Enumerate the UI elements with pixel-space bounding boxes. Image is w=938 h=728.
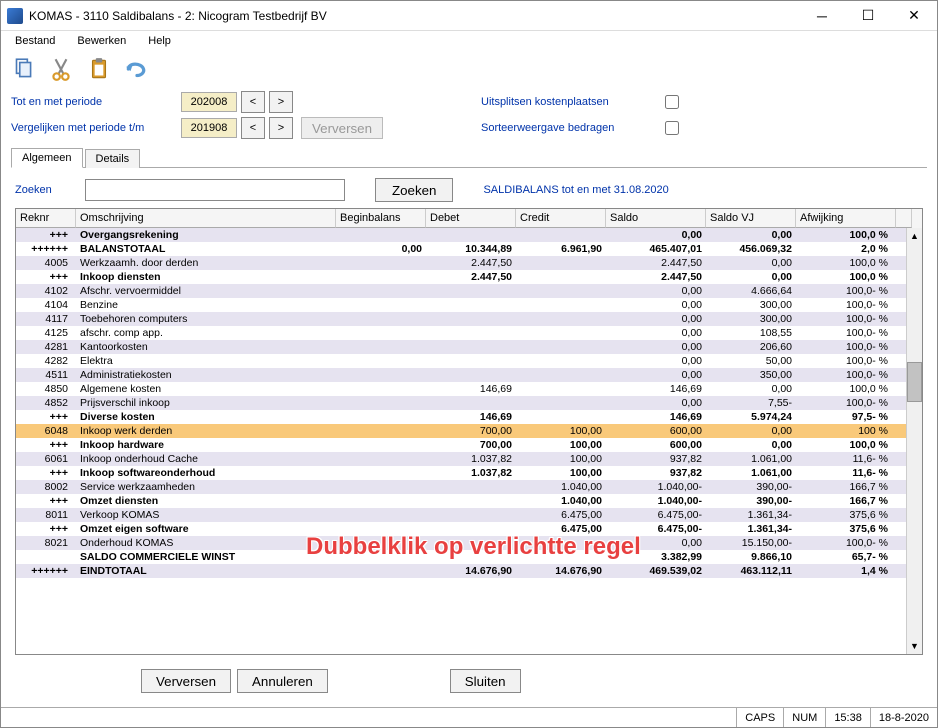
table-row[interactable]: 4850Algemene kosten146,69146,690,00100,0… xyxy=(16,382,922,396)
statusbar: CAPS NUM 15:38 18-8-2020 xyxy=(1,707,937,727)
zoeken-button[interactable]: Zoeken xyxy=(375,178,453,202)
verversen-button-top[interactable]: Verversen xyxy=(301,117,383,139)
table-row[interactable]: 4005Werkzaamh. door derden2.447,502.447,… xyxy=(16,256,922,270)
status-num: NUM xyxy=(783,708,825,727)
col-omschrijving[interactable]: Omschrijving xyxy=(76,209,336,228)
uitsplitsen-label: Uitsplitsen kostenplaatsen xyxy=(481,96,661,108)
saldibalans-subtitle: SALDIBALANS tot en met 31.08.2020 xyxy=(483,184,668,196)
maximize-button[interactable]: ☐ xyxy=(845,1,891,31)
table-row[interactable]: +++Inkoop diensten2.447,502.447,500,0010… xyxy=(16,270,922,284)
table-row[interactable]: +++Omzet eigen software6.475,006.475,00-… xyxy=(16,522,922,536)
status-time: 15:38 xyxy=(825,708,870,727)
table-row[interactable]: 4281Kantoorkosten0,00206,60100,0- % xyxy=(16,340,922,354)
table-row[interactable]: +++Overgangsrekening0,000,00100,0 % xyxy=(16,228,922,242)
sorteer-label: Sorteerweergave bedragen xyxy=(481,122,661,134)
vergelijken-label: Vergelijken met periode t/m xyxy=(11,122,181,134)
table-row[interactable]: ++++++BALANSTOTAAL0,0010.344,896.961,904… xyxy=(16,242,922,256)
copy-icon[interactable] xyxy=(7,53,39,85)
app-icon xyxy=(7,8,23,24)
toolbar xyxy=(1,51,937,87)
menu-bestand[interactable]: Bestand xyxy=(7,33,63,49)
close-button[interactable]: ✕ xyxy=(891,1,937,31)
table-row[interactable]: 4117Toebehoren computers0,00300,00100,0-… xyxy=(16,312,922,326)
col-debet[interactable]: Debet xyxy=(426,209,516,228)
table-row[interactable]: +++Diverse kosten146,69146,695.974,2497,… xyxy=(16,410,922,424)
table-row[interactable]: 4852Prijsverschil inkoop0,007,55-100,0- … xyxy=(16,396,922,410)
scroll-thumb[interactable] xyxy=(907,362,922,402)
annuleren-button[interactable]: Annuleren xyxy=(237,669,328,693)
menu-help[interactable]: Help xyxy=(140,33,179,49)
table-row[interactable]: 4125afschr. comp app.0,00108,55100,0- % xyxy=(16,326,922,340)
vertical-scrollbar[interactable]: ▲ ▼ xyxy=(906,228,922,654)
menu-bewerken[interactable]: Bewerken xyxy=(69,33,134,49)
col-saldovj[interactable]: Saldo VJ xyxy=(706,209,796,228)
table-row[interactable]: 8011Verkoop KOMAS6.475,006.475,00-1.361,… xyxy=(16,508,922,522)
scroll-down-icon[interactable]: ▼ xyxy=(907,638,922,654)
zoeken-label: Zoeken xyxy=(15,184,75,196)
table-row[interactable]: ++++++EINDTOTAAL14.676,9014.676,90469.53… xyxy=(16,564,922,578)
tabs: Algemeen Details xyxy=(11,147,927,168)
table-row[interactable]: +++Inkoop softwareonderhoud1.037,82100,0… xyxy=(16,466,922,480)
uitsplitsen-checkbox[interactable] xyxy=(665,95,679,109)
vergelijken-prev-button[interactable]: < xyxy=(241,117,265,139)
search-row: Zoeken Zoeken SALDIBALANS tot en met 31.… xyxy=(1,168,937,208)
paste-icon[interactable] xyxy=(83,53,115,85)
tot-periode-next-button[interactable]: > xyxy=(269,91,293,113)
table-row[interactable]: 4102Afschr. vervoermiddel0,004.666,64100… xyxy=(16,284,922,298)
balance-grid: Reknr Omschrijving Beginbalans Debet Cre… xyxy=(15,208,923,655)
table-row[interactable]: 8002Service werkzaamheden1.040,001.040,0… xyxy=(16,480,922,494)
verversen-button[interactable]: Verversen xyxy=(141,669,231,693)
tot-periode-prev-button[interactable]: < xyxy=(241,91,265,113)
vergelijken-input[interactable] xyxy=(181,118,237,138)
tot-periode-input[interactable] xyxy=(181,92,237,112)
titlebar: KOMAS - 3110 Saldibalans - 2: Nicogram T… xyxy=(1,1,937,31)
col-afwijking[interactable]: Afwijking xyxy=(796,209,896,228)
col-reknr[interactable]: Reknr xyxy=(16,209,76,228)
footer-buttons: Verversen Annuleren Sluiten xyxy=(1,655,937,707)
table-row[interactable]: +++Inkoop hardware700,00100,00600,000,00… xyxy=(16,438,922,452)
window-title: KOMAS - 3110 Saldibalans - 2: Nicogram T… xyxy=(29,9,799,23)
col-credit[interactable]: Credit xyxy=(516,209,606,228)
cut-icon[interactable] xyxy=(45,53,77,85)
table-row[interactable]: 4104Benzine0,00300,00100,0- % xyxy=(16,298,922,312)
table-row[interactable]: 8021Onderhoud KOMAS0,0015.150,00-100,0- … xyxy=(16,536,922,550)
col-beginbalans[interactable]: Beginbalans xyxy=(336,209,426,228)
tab-details[interactable]: Details xyxy=(85,149,141,168)
menubar: Bestand Bewerken Help xyxy=(1,31,937,51)
table-row[interactable]: 4282Elektra0,0050,00100,0- % xyxy=(16,354,922,368)
tab-algemeen[interactable]: Algemeen xyxy=(11,148,83,168)
status-date: 18-8-2020 xyxy=(870,708,937,727)
table-row[interactable]: SALDO COMMERCIELE WINST3.382,999.866,106… xyxy=(16,550,922,564)
table-row[interactable]: 6061Inkoop onderhoud Cache1.037,82100,00… xyxy=(16,452,922,466)
sluiten-button[interactable]: Sluiten xyxy=(450,669,521,693)
grid-header: Reknr Omschrijving Beginbalans Debet Cre… xyxy=(16,209,922,228)
scroll-track[interactable] xyxy=(907,244,922,638)
tot-periode-label: Tot en met periode xyxy=(11,96,181,108)
sorteer-checkbox[interactable] xyxy=(665,121,679,135)
table-row[interactable]: 4511Administratiekosten0,00350,00100,0- … xyxy=(16,368,922,382)
minimize-button[interactable]: ─ xyxy=(799,1,845,31)
vergelijken-next-button[interactable]: > xyxy=(269,117,293,139)
col-saldo[interactable]: Saldo xyxy=(606,209,706,228)
scroll-up-icon[interactable]: ▲ xyxy=(907,228,922,244)
status-caps: CAPS xyxy=(736,708,783,727)
grid-body: Dubbelklik op verlichtte regel ▲ ▼ +++Ov… xyxy=(16,228,922,654)
params-panel: Tot en met periode < > Uitsplitsen koste… xyxy=(1,87,937,139)
search-input[interactable] xyxy=(85,179,345,201)
undo-icon[interactable] xyxy=(121,53,153,85)
table-row[interactable]: +++Omzet diensten1.040,001.040,00-390,00… xyxy=(16,494,922,508)
table-row[interactable]: 6048Inkoop werk derden700,00100,00600,00… xyxy=(16,424,922,438)
